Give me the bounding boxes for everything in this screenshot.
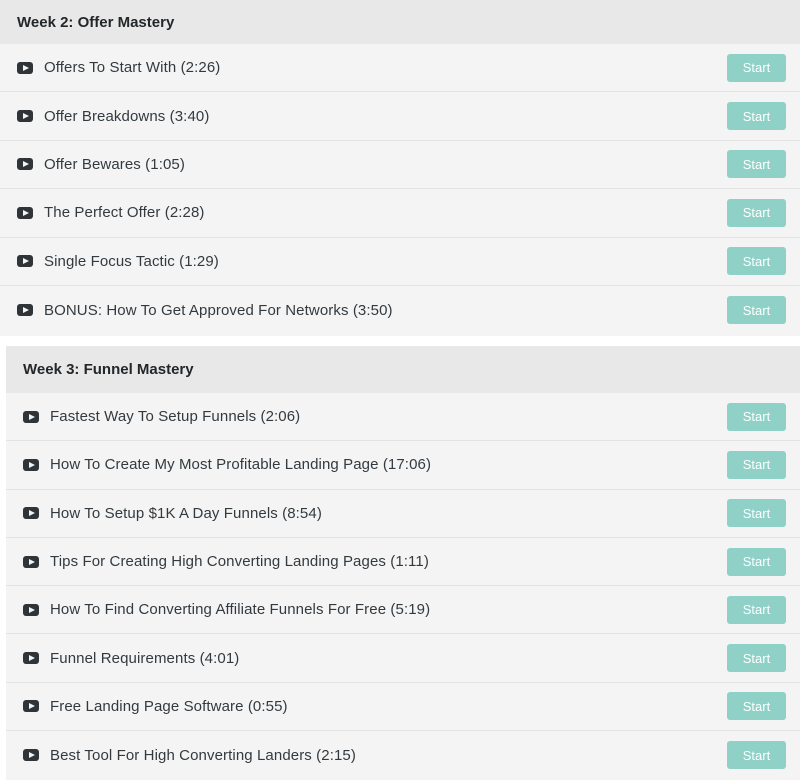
play-icon — [23, 652, 39, 665]
lesson-title[interactable]: How To Find Converting Affiliate Funnels… — [50, 601, 727, 618]
lesson-row[interactable]: How To Find Converting Affiliate Funnels… — [6, 586, 800, 635]
lesson-title[interactable]: Fastest Way To Setup Funnels (2:06) — [50, 408, 727, 425]
start-button[interactable]: Start — [727, 741, 786, 770]
play-icon — [23, 555, 39, 568]
lesson-row[interactable]: The Perfect Offer (2:28) Start — [0, 189, 800, 238]
play-icon — [17, 61, 33, 74]
play-icon — [23, 410, 39, 423]
start-button[interactable]: Start — [727, 198, 786, 227]
lesson-row[interactable]: Offer Bewares (1:05) Start — [0, 141, 800, 190]
play-icon — [23, 458, 39, 471]
lesson-row[interactable]: Funnel Requirements (4:01) Start — [6, 634, 800, 683]
lesson-title[interactable]: BONUS: How To Get Approved For Networks … — [44, 302, 727, 319]
lesson-row[interactable]: Offers To Start With (2:26) Start — [0, 44, 800, 93]
lesson-title[interactable]: Funnel Requirements (4:01) — [50, 650, 727, 667]
lesson-list: Fastest Way To Setup Funnels (2:06) Star… — [6, 393, 800, 779]
lesson-title[interactable]: The Perfect Offer (2:28) — [44, 204, 727, 221]
start-button[interactable]: Start — [727, 692, 786, 721]
lesson-title[interactable]: Best Tool For High Converting Landers (2… — [50, 747, 727, 764]
course-section-week-2: Week 2: Offer Mastery Offers To Start Wi… — [0, 0, 800, 336]
play-icon — [23, 700, 39, 713]
lesson-row[interactable]: Free Landing Page Software (0:55) Start — [6, 683, 800, 732]
lesson-row[interactable]: BONUS: How To Get Approved For Networks … — [0, 286, 800, 334]
start-button[interactable]: Start — [727, 547, 786, 576]
lesson-row[interactable]: Fastest Way To Setup Funnels (2:06) Star… — [6, 393, 800, 442]
lesson-row[interactable]: How To Setup $1K A Day Funnels (8:54) St… — [6, 490, 800, 538]
section-title: Week 3: Funnel Mastery — [6, 346, 800, 393]
start-button[interactable]: Start — [727, 150, 786, 179]
start-button[interactable]: Start — [727, 53, 786, 82]
lesson-row[interactable]: Offer Breakdowns (3:40) Start — [0, 92, 800, 141]
start-button[interactable]: Start — [727, 499, 786, 528]
play-icon — [17, 158, 33, 171]
lesson-title[interactable]: Offer Breakdowns (3:40) — [44, 108, 727, 125]
lesson-title[interactable]: Tips For Creating High Converting Landin… — [50, 553, 727, 570]
start-button[interactable]: Start — [727, 595, 786, 624]
lesson-row[interactable]: How To Create My Most Profitable Landing… — [6, 441, 800, 490]
lesson-list: Offers To Start With (2:26) Start Offer … — [0, 44, 800, 334]
lesson-title[interactable]: How To Create My Most Profitable Landing… — [50, 456, 727, 473]
start-button[interactable]: Start — [727, 247, 786, 276]
lesson-row[interactable]: Tips For Creating High Converting Landin… — [6, 538, 800, 587]
play-icon — [17, 255, 33, 268]
play-icon — [17, 304, 33, 317]
lesson-row[interactable]: Single Focus Tactic (1:29) Start — [0, 238, 800, 286]
section-title: Week 2: Offer Mastery — [0, 0, 800, 44]
lesson-title[interactable]: Single Focus Tactic (1:29) — [44, 253, 727, 270]
play-icon — [17, 206, 33, 219]
lesson-title[interactable]: Offers To Start With (2:26) — [44, 59, 727, 76]
start-button[interactable]: Start — [727, 102, 786, 131]
lesson-title[interactable]: Free Landing Page Software (0:55) — [50, 698, 727, 715]
start-button[interactable]: Start — [727, 296, 786, 325]
start-button[interactable]: Start — [727, 644, 786, 673]
play-icon — [23, 507, 39, 520]
start-button[interactable]: Start — [727, 402, 786, 431]
course-section-week-3: Week 3: Funnel Mastery Fastest Way To Se… — [6, 346, 800, 780]
play-icon — [17, 110, 33, 123]
start-button[interactable]: Start — [727, 450, 786, 479]
lesson-title[interactable]: How To Setup $1K A Day Funnels (8:54) — [50, 505, 727, 522]
lesson-title[interactable]: Offer Bewares (1:05) — [44, 156, 727, 173]
play-icon — [23, 603, 39, 616]
lesson-row[interactable]: Best Tool For High Converting Landers (2… — [6, 731, 800, 779]
play-icon — [23, 749, 39, 762]
